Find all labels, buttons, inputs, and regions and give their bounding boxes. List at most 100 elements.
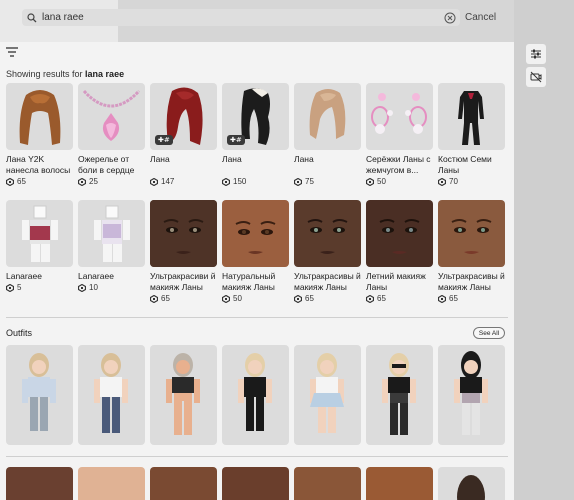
item-name: Ультракрасивы й макияж Ланы [438, 271, 505, 292]
item-price: 65 [294, 294, 361, 303]
item-name: Lanaraee [6, 271, 42, 281]
item-card[interactable]: Лана Y2K нанесла волосы 65 [6, 83, 73, 186]
robux-icon [150, 177, 158, 186]
outfit-card[interactable] [294, 345, 361, 445]
results-label: Showing results for lana raee [6, 69, 124, 79]
results-query: lana raee [85, 69, 125, 79]
clear-search-icon[interactable] [444, 12, 456, 24]
item-card[interactable]: ✚# Лана 150 [222, 83, 289, 186]
outfit-card[interactable] [366, 345, 433, 445]
item-price-value: 5 [17, 283, 22, 292]
item-card[interactable]: Ожерелье от боли в сердце 25 [78, 83, 145, 186]
item-price-value: 150 [233, 177, 247, 186]
item-price: 5 [6, 283, 73, 292]
item-price-value: 147 [161, 177, 175, 186]
item-thumbnail [6, 200, 73, 267]
item-price: 50 [222, 294, 289, 303]
face-card[interactable] [222, 467, 289, 500]
robux-icon [6, 177, 14, 186]
item-thumbnail [294, 83, 361, 150]
item-price: 10 [78, 283, 145, 292]
item-card[interactable]: Серёжки Ланы с жемчугом в... 50 [366, 83, 433, 186]
face-card[interactable] [366, 467, 433, 500]
item-name: Натуральный макияж Ланы [222, 271, 276, 292]
item-price: 65 [6, 177, 73, 186]
face-card[interactable] [150, 467, 217, 500]
see-all-button[interactable]: See All [473, 327, 505, 339]
sliders-icon [530, 48, 542, 60]
item-thumbnail [438, 83, 505, 150]
item-thumbnail [222, 200, 289, 267]
outfit-card[interactable] [438, 467, 505, 500]
filter-icon[interactable] [5, 46, 19, 58]
item-thumbnail [294, 200, 361, 267]
outfit-card[interactable] [78, 345, 145, 445]
item-card[interactable]: ✚# Лана 147 [150, 83, 217, 186]
search-input[interactable]: lana raee [42, 12, 444, 23]
item-price: 70 [438, 177, 505, 186]
item-price-value: 50 [233, 294, 242, 303]
item-price-value: 65 [161, 294, 170, 303]
outfit-card[interactable] [438, 345, 505, 445]
item-thumbnail: ✚# [150, 83, 217, 150]
item-name: Лана [150, 154, 170, 164]
item-price-value: 65 [449, 294, 458, 303]
item-price: 65 [438, 294, 505, 303]
robux-icon [150, 294, 158, 303]
item-price: 25 [78, 177, 145, 186]
outfit-card[interactable] [150, 345, 217, 445]
item-thumbnail [150, 200, 217, 267]
cancel-button[interactable]: Cancel [465, 12, 496, 23]
camera-off-button[interactable] [526, 67, 546, 87]
item-card[interactable]: Костюм Семи Ланы 70 [438, 83, 505, 186]
item-card[interactable]: Ультракрасивы й макияж Ланы 65 [294, 200, 361, 303]
search-bar[interactable]: lana raee [22, 9, 460, 26]
settings-sliders-button[interactable] [526, 44, 546, 64]
item-price: 75 [294, 177, 361, 186]
item-price-value: 75 [305, 177, 314, 186]
robux-icon [78, 177, 86, 186]
item-card[interactable]: Ультракрасивы й макияж Ланы 65 [438, 200, 505, 303]
outfit-card[interactable] [6, 345, 73, 445]
item-card[interactable]: Натуральный макияж Ланы 50 [222, 200, 289, 303]
item-thumbnail [438, 200, 505, 267]
item-card[interactable]: Лана 75 [294, 83, 361, 186]
item-name: Костюм Семи Ланы [438, 154, 492, 175]
robux-icon [438, 177, 446, 186]
item-price: 65 [150, 294, 217, 303]
outfit-card[interactable] [222, 345, 289, 445]
item-price-value: 70 [449, 177, 458, 186]
item-card[interactable]: Летний макияж Ланы 65 [366, 200, 433, 303]
face-card[interactable] [78, 467, 145, 500]
robux-icon [438, 294, 446, 303]
robux-icon [366, 294, 374, 303]
item-name: Летний макияж Ланы [366, 271, 426, 292]
item-name: Серёжки Ланы с жемчугом в... [366, 154, 431, 175]
item-card[interactable]: Lanaraee 5 [6, 200, 73, 292]
outfits-heading: Outfits [6, 328, 33, 338]
item-price: 65 [366, 294, 433, 303]
item-thumbnail [78, 83, 145, 150]
item-card[interactable]: Lanaraee 10 [78, 200, 145, 292]
face-card[interactable] [6, 467, 73, 500]
robux-icon [6, 283, 14, 292]
item-badge: ✚# [155, 135, 173, 145]
item-card[interactable]: Ультракрасиви й макияж Ланы 65 [150, 200, 217, 303]
item-price-value: 10 [89, 283, 98, 292]
section-divider [6, 456, 508, 457]
robux-icon [78, 283, 86, 292]
item-thumbnail: ✚# [222, 83, 289, 150]
face-card[interactable] [294, 467, 361, 500]
item-price-value: 65 [17, 177, 26, 186]
item-price-value: 25 [89, 177, 98, 186]
search-icon [24, 10, 40, 26]
item-thumbnail [366, 83, 433, 150]
item-price-value: 65 [377, 294, 386, 303]
camera-off-icon [530, 71, 542, 83]
results-prefix: Showing results for [6, 69, 86, 79]
item-price: 147 [150, 177, 217, 186]
item-name: Лана Y2K нанесла волосы [6, 154, 71, 175]
item-name: Ультракрасивы й макияж Ланы [294, 271, 361, 292]
robux-icon [294, 294, 302, 303]
robux-icon [294, 177, 302, 186]
